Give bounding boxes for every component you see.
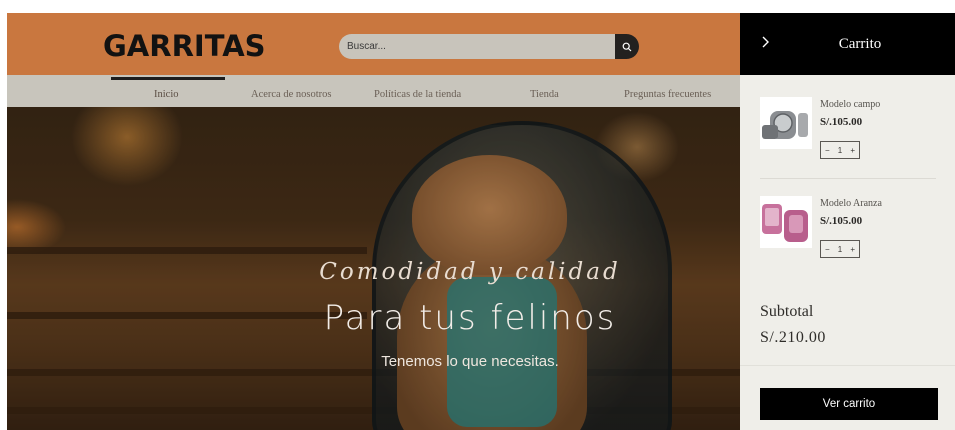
cart-item: Modelo Aranza S/.105.00 − 1 + — [760, 196, 940, 276]
search-input[interactable] — [339, 34, 617, 59]
pink-cat-backpack-icon — [762, 204, 808, 242]
subtotal-value: S/.210.00 — [760, 329, 826, 346]
nav-active-indicator — [111, 77, 225, 80]
close-cart-button[interactable] — [758, 34, 774, 50]
cart-item-price: S/.105.00 — [820, 116, 863, 128]
gray-cat-backpack-icon — [762, 111, 808, 139]
nav-item-preguntas[interactable]: Preguntas frecuentes — [624, 89, 711, 101]
site-logo[interactable]: GARRITAS — [103, 28, 266, 64]
cart-title: Carrito — [838, 36, 882, 52]
gray-cat-backpack-image[interactable] — [760, 97, 812, 149]
cart-item-name[interactable]: Modelo campo — [820, 99, 880, 111]
cart-panel: Carrito Modelo campo S/.105.00 − 1 + Mod… — [740, 13, 955, 430]
nav-item-acerca[interactable]: Acerca de nosotros — [251, 89, 331, 101]
view-cart-button[interactable]: Ver carrito — [760, 388, 938, 420]
quantity-value[interactable]: 1 — [838, 245, 842, 254]
pink-cat-backpack-image[interactable] — [760, 196, 812, 248]
cart-divider — [740, 365, 955, 366]
search-icon — [622, 42, 632, 51]
cart-item-name[interactable]: Modelo Aranza — [820, 198, 882, 210]
cart-item: Modelo campo S/.105.00 − 1 + — [760, 97, 940, 177]
increase-quantity-button[interactable]: + — [850, 245, 855, 254]
cart-item-price: S/.105.00 — [820, 215, 863, 227]
decrease-quantity-button[interactable]: − — [825, 245, 830, 254]
increase-quantity-button[interactable]: + — [850, 146, 855, 155]
nav-item-politicas[interactable]: Políticas de la tienda — [374, 89, 461, 101]
nav-item-tienda[interactable]: Tienda — [530, 89, 559, 101]
cart-header: Carrito — [740, 13, 955, 75]
subtotal-label: Subtotal — [760, 303, 814, 320]
search-button[interactable] — [615, 34, 639, 59]
decrease-quantity-button[interactable]: − — [825, 146, 830, 155]
nav-item-inicio[interactable]: Inicio — [154, 89, 179, 101]
search-bar — [339, 34, 639, 59]
site-header: GARRITAS — [7, 13, 740, 75]
quantity-value[interactable]: 1 — [838, 146, 842, 155]
main-nav: Inicio Acerca de nosotros Políticas de l… — [7, 75, 740, 107]
quantity-stepper[interactable]: − 1 + — [820, 240, 860, 258]
quantity-stepper[interactable]: − 1 + — [820, 141, 860, 159]
cart-divider — [760, 178, 936, 179]
chevron-right-icon — [762, 36, 769, 48]
